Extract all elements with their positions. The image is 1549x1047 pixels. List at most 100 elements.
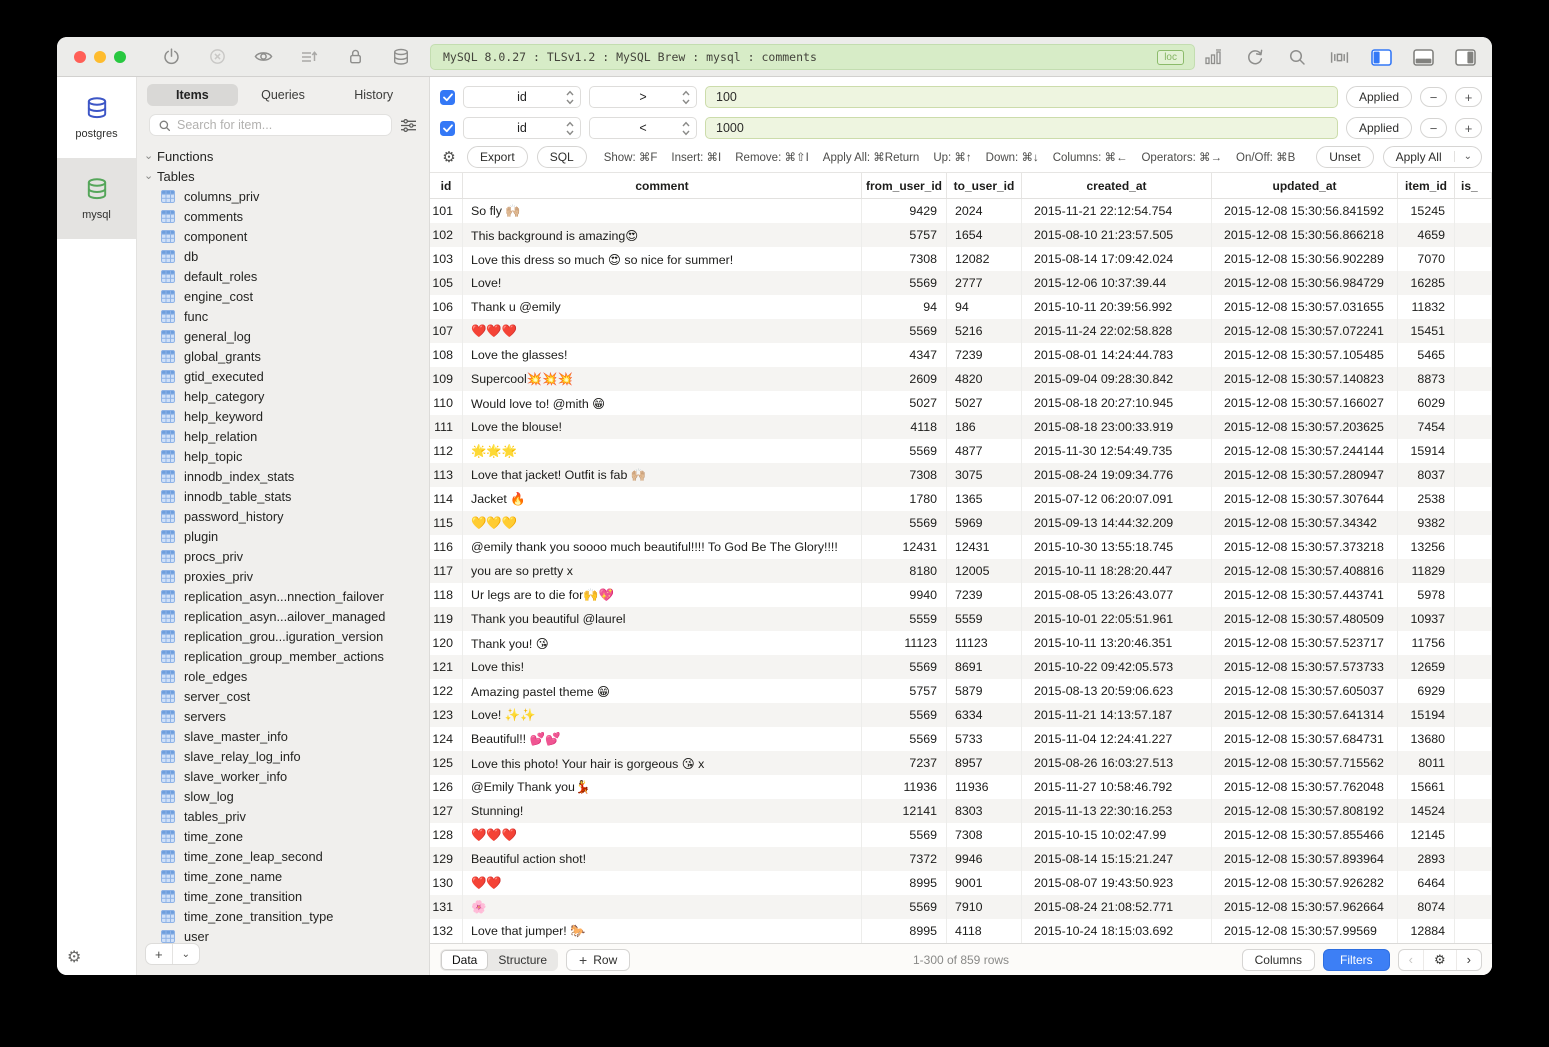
table-row[interactable]: 113Love that jacket! Outfit is fab 🙌🏼730… [430, 463, 1492, 487]
cell-created_at[interactable]: 2015-08-13 20:59:06.623 [1022, 679, 1212, 703]
cell-item_id[interactable]: 6029 [1398, 391, 1455, 415]
cell-id[interactable]: 111 [430, 415, 463, 439]
cell-comment[interactable]: Love the blouse! [463, 415, 862, 439]
cell-updated_at[interactable]: 2015-12-08 15:30:57.715562 [1212, 751, 1398, 775]
add-item-dropdown[interactable]: ⌄ [172, 944, 199, 964]
cell-is_[interactable] [1455, 655, 1492, 679]
cell-updated_at[interactable]: 2015-12-08 15:30:57.166027 [1212, 391, 1398, 415]
cell-is_[interactable] [1455, 271, 1492, 295]
tab-queries[interactable]: Queries [238, 84, 329, 106]
cell-updated_at[interactable]: 2015-12-08 15:30:57.684731 [1212, 727, 1398, 751]
cell-is_[interactable] [1455, 439, 1492, 463]
table-row[interactable]: 115💛💛💛556959692015-09-13 14:44:32.209201… [430, 511, 1492, 535]
table-row[interactable]: 112🌟🌟🌟556948772015-11-30 12:54:49.735201… [430, 439, 1492, 463]
item-search-box[interactable] [149, 114, 392, 136]
connection-mysql[interactable]: mysql [57, 158, 136, 239]
sidebar-table-item[interactable]: password_history [137, 506, 429, 526]
cell-comment[interactable]: Ur legs are to die for🙌💖 [463, 583, 862, 607]
tree-group-functions[interactable]: ⌄ Functions [137, 146, 429, 166]
cell-item_id[interactable]: 15661 [1398, 775, 1455, 799]
cell-updated_at[interactable]: 2015-12-08 15:30:57.523717 [1212, 631, 1398, 655]
cell-is_[interactable] [1455, 823, 1492, 847]
cell-to_user_id[interactable]: 12005 [947, 559, 1022, 583]
cell-comment[interactable]: Supercool💥💥💥 [463, 367, 862, 391]
cell-created_at[interactable]: 2015-11-21 14:13:57.187 [1022, 703, 1212, 727]
cell-is_[interactable] [1455, 559, 1492, 583]
cell-created_at[interactable]: 2015-08-14 15:15:21.247 [1022, 847, 1212, 871]
cell-is_[interactable] [1455, 391, 1492, 415]
cell-to_user_id[interactable]: 186 [947, 415, 1022, 439]
cell-comment[interactable]: Jacket 🔥 [463, 487, 862, 511]
table-row[interactable]: 125Love this photo! Your hair is gorgeou… [430, 751, 1492, 775]
pending-changes-icon[interactable] [298, 46, 320, 68]
cell-from_user_id[interactable]: 8180 [862, 559, 947, 583]
chevron-down-icon[interactable]: ⌄ [1454, 151, 1481, 162]
column-header-to_user_id[interactable]: to_user_id [947, 173, 1022, 198]
cell-is_[interactable] [1455, 511, 1492, 535]
cell-id[interactable]: 120 [430, 631, 463, 655]
cell-id[interactable]: 112 [430, 439, 463, 463]
cell-updated_at[interactable]: 2015-12-08 15:30:57.031655 [1212, 295, 1398, 319]
cell-updated_at[interactable]: 2015-12-08 15:30:57.307644 [1212, 487, 1398, 511]
table-row[interactable]: 103Love this dress so much 😍 so nice for… [430, 247, 1492, 271]
cell-from_user_id[interactable]: 1780 [862, 487, 947, 511]
table-row[interactable]: 111Love the blouse!41181862015-08-18 23:… [430, 415, 1492, 439]
table-row[interactable]: 129Beautiful action shot!737299462015-08… [430, 847, 1492, 871]
remove-filter-button[interactable]: − [1420, 87, 1447, 107]
filter-enabled-checkbox[interactable] [440, 121, 455, 136]
cell-from_user_id[interactable]: 5569 [862, 703, 947, 727]
cell-is_[interactable] [1455, 727, 1492, 751]
cell-comment[interactable]: Beautiful action shot! [463, 847, 862, 871]
sidebar-table-item[interactable]: gtid_executed [137, 366, 429, 386]
cell-to_user_id[interactable]: 6334 [947, 703, 1022, 727]
cell-to_user_id[interactable]: 3075 [947, 463, 1022, 487]
sidebar-table-item[interactable]: servers [137, 706, 429, 726]
cell-id[interactable]: 103 [430, 247, 463, 271]
cell-item_id[interactable]: 7070 [1398, 247, 1455, 271]
cell-comment[interactable]: 💛💛💛 [463, 511, 862, 535]
cell-updated_at[interactable]: 2015-12-08 15:30:57.34342 [1212, 511, 1398, 535]
cell-to_user_id[interactable]: 5559 [947, 607, 1022, 631]
cell-id[interactable]: 105 [430, 271, 463, 295]
cell-item_id[interactable]: 5978 [1398, 583, 1455, 607]
cell-created_at[interactable]: 2015-08-05 13:26:43.077 [1022, 583, 1212, 607]
cell-comment[interactable]: Thank you! 😘 [463, 631, 862, 655]
table-row[interactable]: 122Amazing pastel theme 😁575758792015-08… [430, 679, 1492, 703]
cell-created_at[interactable]: 2015-10-11 20:39:56.992 [1022, 295, 1212, 319]
cell-to_user_id[interactable]: 5027 [947, 391, 1022, 415]
chart-icon[interactable] [1202, 46, 1224, 68]
cell-created_at[interactable]: 2015-10-24 18:15:03.692 [1022, 919, 1212, 943]
cell-comment[interactable]: Love this dress so much 😍 so nice for su… [463, 247, 862, 271]
cell-item_id[interactable]: 12145 [1398, 823, 1455, 847]
cell-created_at[interactable]: 2015-10-11 18:28:20.447 [1022, 559, 1212, 583]
cell-updated_at[interactable]: 2015-12-08 15:30:57.105485 [1212, 343, 1398, 367]
cell-comment[interactable]: Amazing pastel theme 😁 [463, 679, 862, 703]
table-row[interactable]: 119Thank you beautiful @laurel5559555920… [430, 607, 1492, 631]
cell-from_user_id[interactable]: 9940 [862, 583, 947, 607]
cell-created_at[interactable]: 2015-08-07 19:43:50.923 [1022, 871, 1212, 895]
cell-created_at[interactable]: 2015-08-18 20:27:10.945 [1022, 391, 1212, 415]
cell-id[interactable]: 113 [430, 463, 463, 487]
add-row-button[interactable]: + Row [566, 949, 630, 971]
cell-is_[interactable] [1455, 583, 1492, 607]
sidebar-table-item[interactable]: comments [137, 206, 429, 226]
table-row[interactable]: 120Thank you! 😘11123111232015-10-11 13:2… [430, 631, 1492, 655]
cell-from_user_id[interactable]: 5757 [862, 679, 947, 703]
search-icon[interactable] [1286, 46, 1308, 68]
filter-applied-button[interactable]: Applied [1346, 117, 1412, 139]
cell-comment[interactable]: This background is amazing😍 [463, 223, 862, 247]
cell-item_id[interactable]: 10937 [1398, 607, 1455, 631]
cell-id[interactable]: 119 [430, 607, 463, 631]
cell-from_user_id[interactable]: 9429 [862, 199, 947, 223]
cell-comment[interactable]: Love this photo! Your hair is gorgeous 😘… [463, 751, 862, 775]
cell-is_[interactable] [1455, 751, 1492, 775]
cell-comment[interactable]: Stunning! [463, 799, 862, 823]
tab-history[interactable]: History [328, 84, 419, 106]
cell-is_[interactable] [1455, 223, 1492, 247]
cell-from_user_id[interactable]: 5569 [862, 439, 947, 463]
cell-updated_at[interactable]: 2015-12-08 15:30:56.841592 [1212, 199, 1398, 223]
cell-created_at[interactable]: 2015-08-24 19:09:34.776 [1022, 463, 1212, 487]
cell-is_[interactable] [1455, 703, 1492, 727]
table-row[interactable]: 108Love the glasses!434772392015-08-01 1… [430, 343, 1492, 367]
cell-from_user_id[interactable]: 4347 [862, 343, 947, 367]
